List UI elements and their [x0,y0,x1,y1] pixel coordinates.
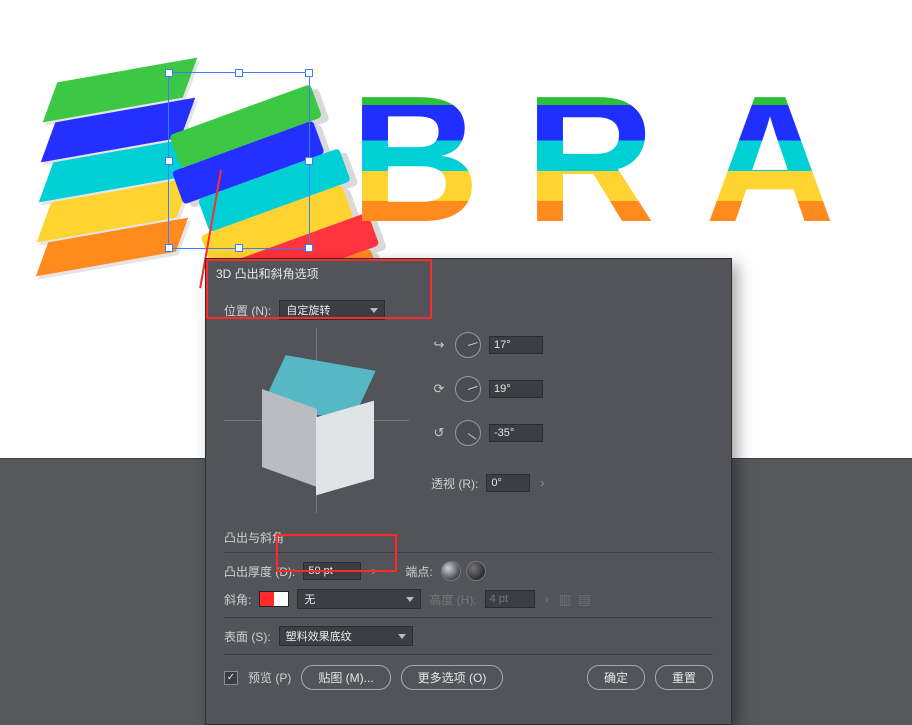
bevel-swatch [259,591,289,607]
position-label: 位置 (N): [224,302,271,319]
rotation-cube-widget[interactable] [224,328,409,513]
surface-dropdown[interactable]: 塑料效果底纹 [279,626,413,646]
dialog-3d-extrude: 3D 凸出和斜角选项 位置 (N): 自定旋转 ↪ [205,258,732,725]
position-dropdown[interactable]: 自定旋转 [279,300,385,320]
perspective-input[interactable]: 0° [486,474,530,492]
divider [224,552,713,553]
rotate-x-icon: ↪ [431,337,447,353]
chevron-down-icon [370,308,378,313]
rotate-y-input[interactable]: 19° [489,380,543,398]
cap-off-button[interactable] [466,561,486,581]
depth-input[interactable]: 50 pt [303,562,361,580]
more-options-button[interactable]: 更多选项 (O) [401,665,504,690]
chevron-down-icon [406,597,414,602]
rotate-z-knob[interactable] [455,420,481,446]
bevel-height-input: 4 pt [485,590,535,608]
preview-label: 预览 (P) [248,669,291,686]
rotate-x-input[interactable]: 17° [489,336,543,354]
chevron-down-icon [398,634,406,639]
rotate-y-knob[interactable] [455,376,481,402]
selection-handle[interactable] [305,157,313,165]
bevel-out-icon: ▤ [578,591,591,608]
perspective-stepper-icon[interactable]: › [538,476,546,490]
bevel-height-label: 高度 (H): [429,591,476,608]
extrude-section-header: 凸出与斜角 [224,529,713,546]
selection-bounding-box[interactable] [168,72,310,249]
bevel-dropdown[interactable]: 无 [297,589,421,609]
ok-button[interactable]: 确定 [587,665,645,690]
selection-handle[interactable] [165,157,173,165]
depth-label: 凸出厚度 (D): [224,563,295,580]
dialog-title: 3D 凸出和斜角选项 [206,259,731,286]
reset-button[interactable]: 重置 [655,665,713,690]
preview-checkbox[interactable]: ✓ [224,671,238,685]
selection-handle[interactable] [235,244,243,252]
position-value: 自定旋转 [286,302,330,318]
artwork-zebra-text: B R A [35,60,895,260]
selection-handle[interactable] [305,69,313,77]
cap-label: 端点: [405,563,432,580]
bevel-in-icon: ▥ [559,591,572,608]
letter-b: B [350,70,480,250]
selection-handle[interactable] [305,244,313,252]
map-art-button[interactable]: 贴图 (M)... [301,665,390,690]
rotate-y-icon: ⟳ [431,381,447,397]
selection-handle[interactable] [165,69,173,77]
depth-stepper-icon[interactable]: › [369,564,377,578]
selection-handle[interactable] [165,244,173,252]
letter-r: R [525,70,655,250]
surface-label: 表面 (S): [224,628,271,645]
bevel-value: 无 [304,591,315,607]
cap-on-button[interactable] [441,561,461,581]
rotate-z-icon: ↺ [431,425,447,441]
rotate-z-input[interactable]: -35° [489,424,543,442]
surface-value: 塑料效果底纹 [286,628,352,644]
rotate-x-knob[interactable] [455,332,481,358]
letter-a: A [705,70,835,250]
perspective-label: 透视 (R): [431,475,478,492]
divider [224,617,713,618]
selection-handle[interactable] [235,69,243,77]
bevel-label: 斜角: [224,591,251,608]
bevel-height-stepper-icon: › [543,592,551,606]
